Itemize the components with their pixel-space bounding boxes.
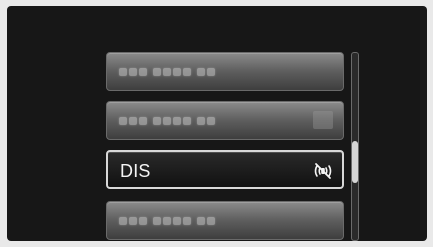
placeholder-dots [119, 116, 221, 126]
square-icon [313, 111, 333, 129]
scroll-thumb[interactable] [352, 141, 358, 183]
stabilizer-icon [314, 163, 332, 179]
menu-item-1[interactable] [106, 52, 344, 91]
scrollbar[interactable] [351, 52, 359, 241]
menu-item-label-dis: DIS [120, 161, 151, 181]
screen: DIS [7, 6, 427, 241]
placeholder-dots [119, 216, 221, 226]
menu-item-dis[interactable]: DIS [106, 150, 344, 189]
menu-item-2[interactable] [106, 101, 344, 140]
placeholder-dots [119, 67, 221, 77]
menu-item-4[interactable] [106, 201, 344, 240]
